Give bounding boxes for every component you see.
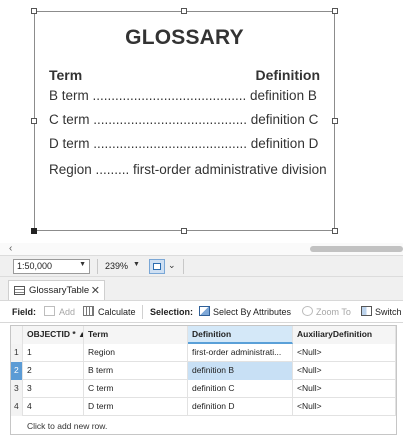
scroll-left-icon[interactable]: ‹ — [9, 243, 12, 254]
table-row[interactable]: 2 2 B term definition B <Null> — [11, 362, 396, 380]
close-icon[interactable]: ✕ — [91, 284, 100, 297]
glossary-row: C term .................................… — [49, 112, 319, 127]
divider — [142, 305, 143, 319]
resize-handle-bottom[interactable] — [181, 228, 187, 234]
table-row[interactable]: 4 4 D term definition D <Null> — [11, 398, 396, 416]
definition-cell[interactable]: first-order administrati... — [188, 344, 293, 362]
switch-selection-icon — [361, 306, 372, 316]
divider — [183, 259, 184, 274]
auxiliary-definition-cell[interactable]: <Null> — [293, 344, 396, 362]
term-cell[interactable]: D term — [84, 398, 188, 416]
field-label: Field: — [12, 307, 36, 317]
chevron-down-icon[interactable]: ▼ — [133, 261, 140, 268]
calculate-button[interactable]: Calculate — [98, 307, 136, 317]
definition-cell[interactable]: definition B — [188, 362, 293, 380]
zoom-level[interactable]: 239% — [105, 261, 128, 271]
scale-input[interactable]: 1:50,000 ▼ — [13, 259, 90, 274]
table-row[interactable]: 3 3 C term definition C <Null> — [11, 380, 396, 398]
table-row[interactable]: 1 1 Region first-order administrati... <… — [11, 344, 396, 362]
zoom-to-icon — [302, 306, 313, 316]
objectid-cell[interactable]: 1 — [23, 344, 84, 362]
auxiliary-definition-cell[interactable]: <Null> — [293, 380, 396, 398]
tab-strip: GlossaryTable ✕ — [0, 277, 403, 300]
definition-cell[interactable]: definition C — [188, 380, 293, 398]
table-icon — [14, 286, 25, 295]
calculate-icon — [83, 306, 94, 316]
row-number[interactable]: 2 — [11, 362, 23, 380]
switch-button[interactable]: Switch — [375, 307, 402, 317]
definition-cell[interactable]: definition D — [188, 398, 293, 416]
column-header-objectid[interactable]: OBJECTID * ▲ — [23, 326, 84, 344]
chevron-down-icon[interactable]: ▼ — [79, 261, 86, 268]
row-number[interactable]: 3 — [11, 380, 23, 398]
objectid-cell[interactable]: 3 — [23, 380, 84, 398]
column-header-auxiliarydefinition[interactable]: AuxiliaryDefinition — [293, 326, 396, 344]
column-header-definition[interactable]: Definition — [188, 326, 293, 344]
term-cell[interactable]: C term — [84, 380, 188, 398]
definition-column-header: Definition — [255, 67, 320, 83]
objectid-cell[interactable]: 2 — [23, 362, 84, 380]
row-number[interactable]: 4 — [11, 398, 23, 416]
add-field-button[interactable]: Add — [59, 307, 75, 317]
selection-label: Selection: — [150, 307, 194, 317]
add-field-icon — [44, 306, 55, 316]
zoom-to-button[interactable]: Zoom To — [316, 307, 351, 317]
auxiliary-definition-cell[interactable]: <Null> — [293, 398, 396, 416]
resize-handle-top[interactable] — [181, 8, 187, 14]
glossary-row: D term .................................… — [49, 136, 319, 151]
corner-cell — [11, 326, 23, 344]
table-header-row: OBJECTID * ▲ Term Definition AuxiliaryDe… — [11, 326, 396, 344]
objectid-cell[interactable]: 4 — [23, 398, 84, 416]
select-by-attributes-button[interactable]: Select By Attributes — [213, 307, 291, 317]
select-by-attributes-icon — [199, 306, 210, 316]
tab-glossary-table[interactable]: GlossaryTable ✕ — [8, 280, 105, 300]
chevron-down-icon[interactable]: ⌄ — [168, 260, 176, 271]
glossary-layout-element[interactable]: GLOSSARY Term Definition B term ........… — [34, 11, 335, 231]
scrollbar-thumb[interactable] — [310, 246, 403, 252]
term-column-header: Term — [49, 67, 83, 83]
tab-label: GlossaryTable — [29, 285, 90, 296]
resize-handle-right[interactable] — [332, 118, 338, 124]
resize-handle-left[interactable] — [31, 118, 37, 124]
glossary-row: B term .................................… — [49, 88, 317, 103]
glossary-row: Region ......... first-order administrat… — [49, 162, 327, 177]
horizontal-scrollbar[interactable]: ‹ — [0, 243, 403, 255]
divider — [97, 259, 98, 274]
row-number[interactable]: 1 — [11, 344, 23, 362]
term-cell[interactable]: B term — [84, 362, 188, 380]
attribute-table[interactable]: OBJECTID * ▲ Term Definition AuxiliaryDe… — [10, 325, 397, 435]
scale-value: 1:50,000 — [17, 261, 53, 271]
add-new-row[interactable]: Click to add new row. — [11, 418, 396, 435]
column-header-term[interactable]: Term — [84, 326, 188, 344]
page-extent-icon[interactable] — [149, 259, 165, 274]
glossary-title: GLOSSARY — [125, 26, 244, 49]
resize-handle-top-left[interactable] — [31, 8, 37, 14]
auxiliary-definition-cell[interactable]: <Null> — [293, 362, 396, 380]
resize-handle-bottom-right[interactable] — [332, 228, 338, 234]
resize-handle-bottom-left[interactable] — [31, 228, 37, 234]
layout-view[interactable]: GLOSSARY Term Definition B term ........… — [0, 0, 403, 242]
term-cell[interactable]: Region — [84, 344, 188, 362]
table-toolbar: Field: Add Calculate Selection: Select B… — [0, 300, 403, 323]
layout-status-bar: 1:50,000 ▼ 239% ▼ ⌄ — [0, 255, 403, 277]
resize-handle-top-right[interactable] — [332, 8, 338, 14]
